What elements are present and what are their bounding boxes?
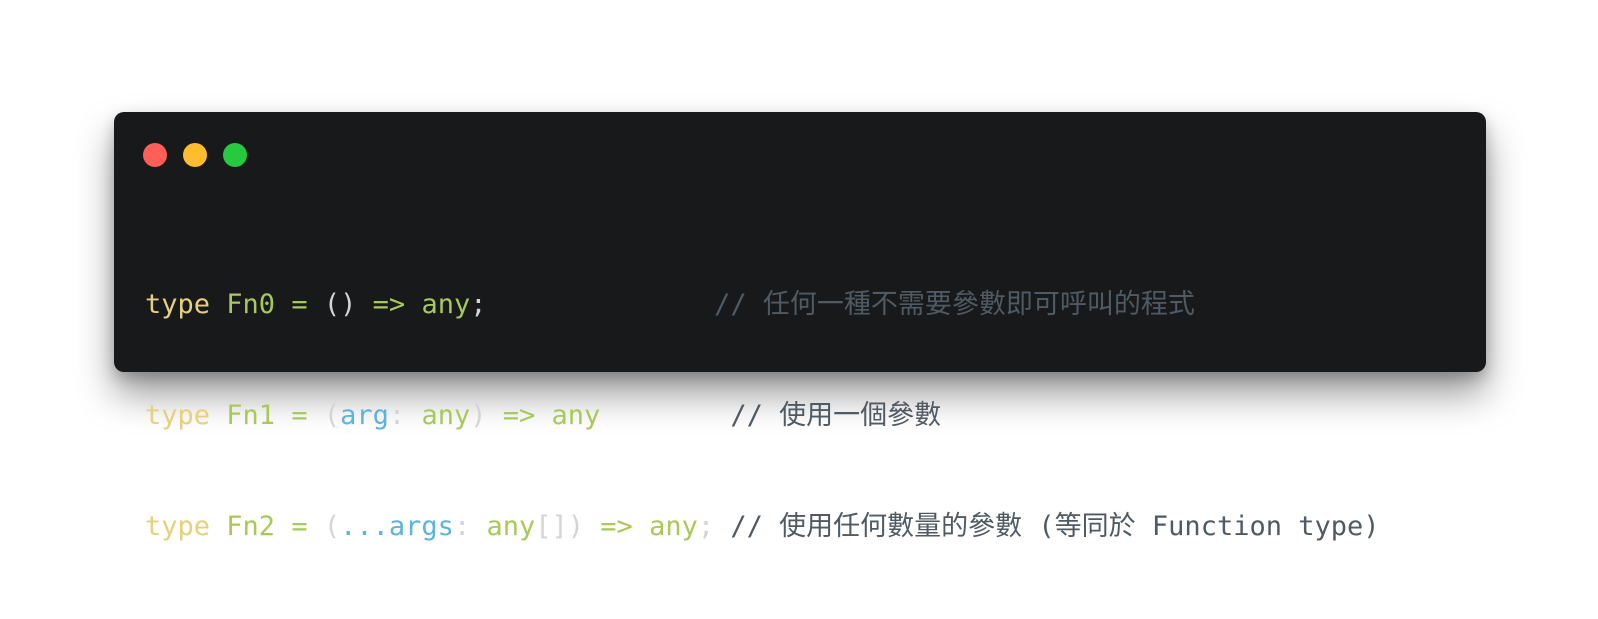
return-type: any <box>649 511 698 542</box>
code-block: type Fn0 = () => any; // 任何一種不需要參數即可呼叫的程… <box>145 212 1380 619</box>
code-line-fn2: type Fn2 = (...args: any[]) => any; // 使… <box>145 508 1380 545</box>
rest-parameter: ...args <box>340 511 454 542</box>
return-type: any <box>551 400 601 431</box>
arrow: => <box>502 400 536 431</box>
equals: = <box>291 400 308 431</box>
minimize-dot-icon <box>183 143 207 167</box>
keyword: type <box>145 400 211 431</box>
maximize-dot-icon <box>223 143 247 167</box>
open-paren: ( <box>323 511 341 542</box>
code-line-fn0: type Fn0 = () => any; // 任何一種不需要參數即可呼叫的程… <box>145 286 1380 323</box>
equals: = <box>291 511 308 542</box>
close-paren: ) <box>567 511 585 542</box>
code-window: type Fn0 = () => any; // 任何一種不需要參數即可呼叫的程… <box>114 112 1486 542</box>
colon: : <box>388 400 406 431</box>
close-dot-icon <box>143 143 167 167</box>
arrow: => <box>600 511 633 542</box>
code-line-fn1: type Fn1 = (arg: any) => any // 使用一個參數 <box>145 397 1380 434</box>
open-paren: ( <box>323 400 341 431</box>
comment: // 任何一種不需要參數即可呼叫的程式 <box>714 289 1195 320</box>
comment: // 使用任何數量的參數 (等同於 Function type) <box>730 511 1380 542</box>
parameter: arg <box>340 400 389 431</box>
type-name: Fn1 <box>226 400 276 431</box>
type-name: Fn2 <box>226 511 276 542</box>
keyword: type <box>145 289 211 320</box>
semicolon: ; <box>470 289 487 320</box>
equals: = <box>291 289 308 320</box>
array-brackets: [] <box>535 511 568 542</box>
param-type: any <box>421 400 471 431</box>
comment: // 使用一個參數 <box>730 400 942 431</box>
return-type: any <box>421 289 471 320</box>
parens: () <box>323 289 357 320</box>
param-type: any <box>486 511 536 542</box>
colon: : <box>453 511 471 542</box>
close-paren: ) <box>470 400 487 431</box>
arrow: => <box>372 289 406 320</box>
keyword: type <box>145 511 211 542</box>
semicolon: ; <box>697 511 715 542</box>
type-name: Fn0 <box>226 289 276 320</box>
